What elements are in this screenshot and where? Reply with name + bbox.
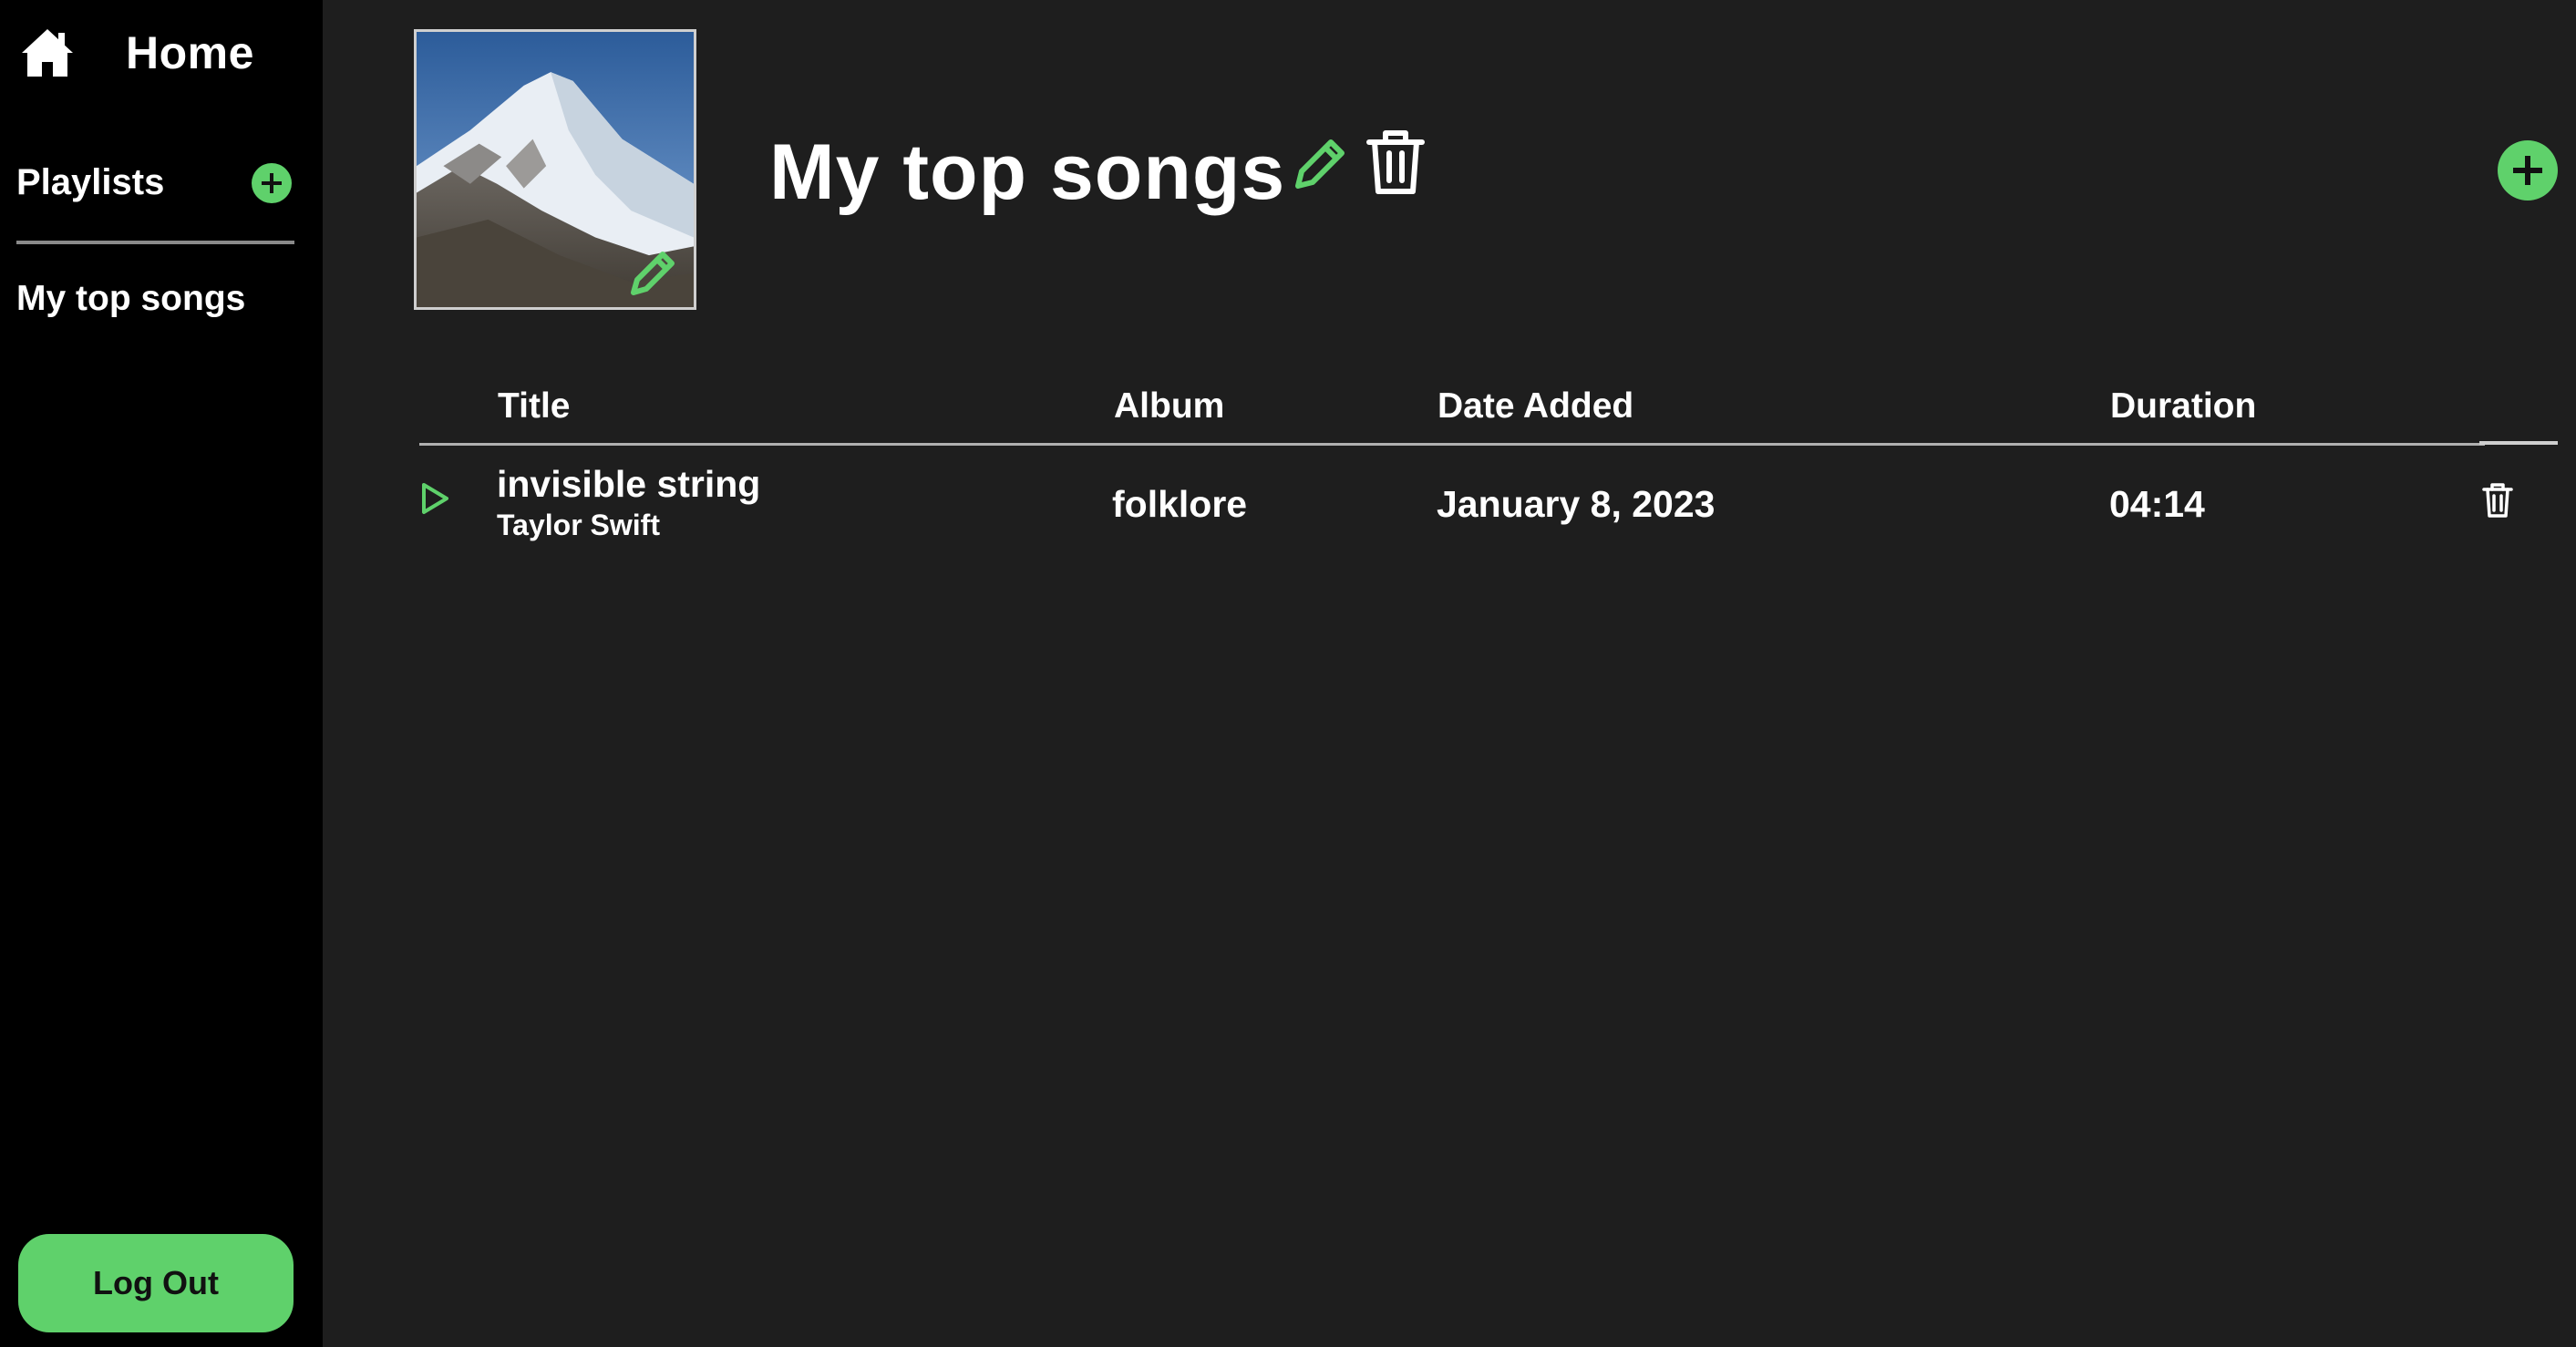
logout-button[interactable]: Log Out [18,1234,294,1332]
home-icon [22,29,73,77]
table-header-divider-accent [2479,441,2558,445]
pencil-icon[interactable] [1291,133,1351,193]
plus-icon [262,172,282,193]
playlists-label: Playlists [16,162,165,202]
trash-icon[interactable] [1365,128,1426,197]
column-header-date-added: Date Added [1437,386,1634,426]
table-header-divider [419,443,2485,446]
playlist-cover[interactable] [414,29,696,310]
plus-icon [2513,156,2542,185]
add-song-button[interactable] [2498,140,2558,201]
song-duration: 04:14 [2109,483,2205,525]
play-icon[interactable] [419,481,450,516]
playlists-header: Playlists [16,162,292,203]
song-album: folklore [1112,483,1248,525]
sidebar-item-my-top-songs[interactable]: My top songs [16,279,245,319]
pencil-icon[interactable] [624,245,681,302]
sidebar: Home Playlists My top songs Log Out [0,0,323,1347]
song-artist: Taylor Swift [497,509,660,541]
home-link[interactable]: Home [20,26,254,80]
song-title: invisible string [497,463,761,505]
playlist-view: My top songs Title Album Date Added Dura… [323,0,2576,1347]
song-date-added: January 8, 2023 [1437,483,1716,525]
sidebar-divider [16,241,294,244]
trash-icon[interactable] [2481,481,2514,519]
column-header-duration: Duration [2110,386,2257,426]
page-title: My top songs [769,129,1286,216]
home-label: Home [126,27,254,78]
column-header-album: Album [1114,386,1225,426]
column-header-title: Title [498,386,571,426]
add-playlist-button[interactable] [252,162,292,203]
